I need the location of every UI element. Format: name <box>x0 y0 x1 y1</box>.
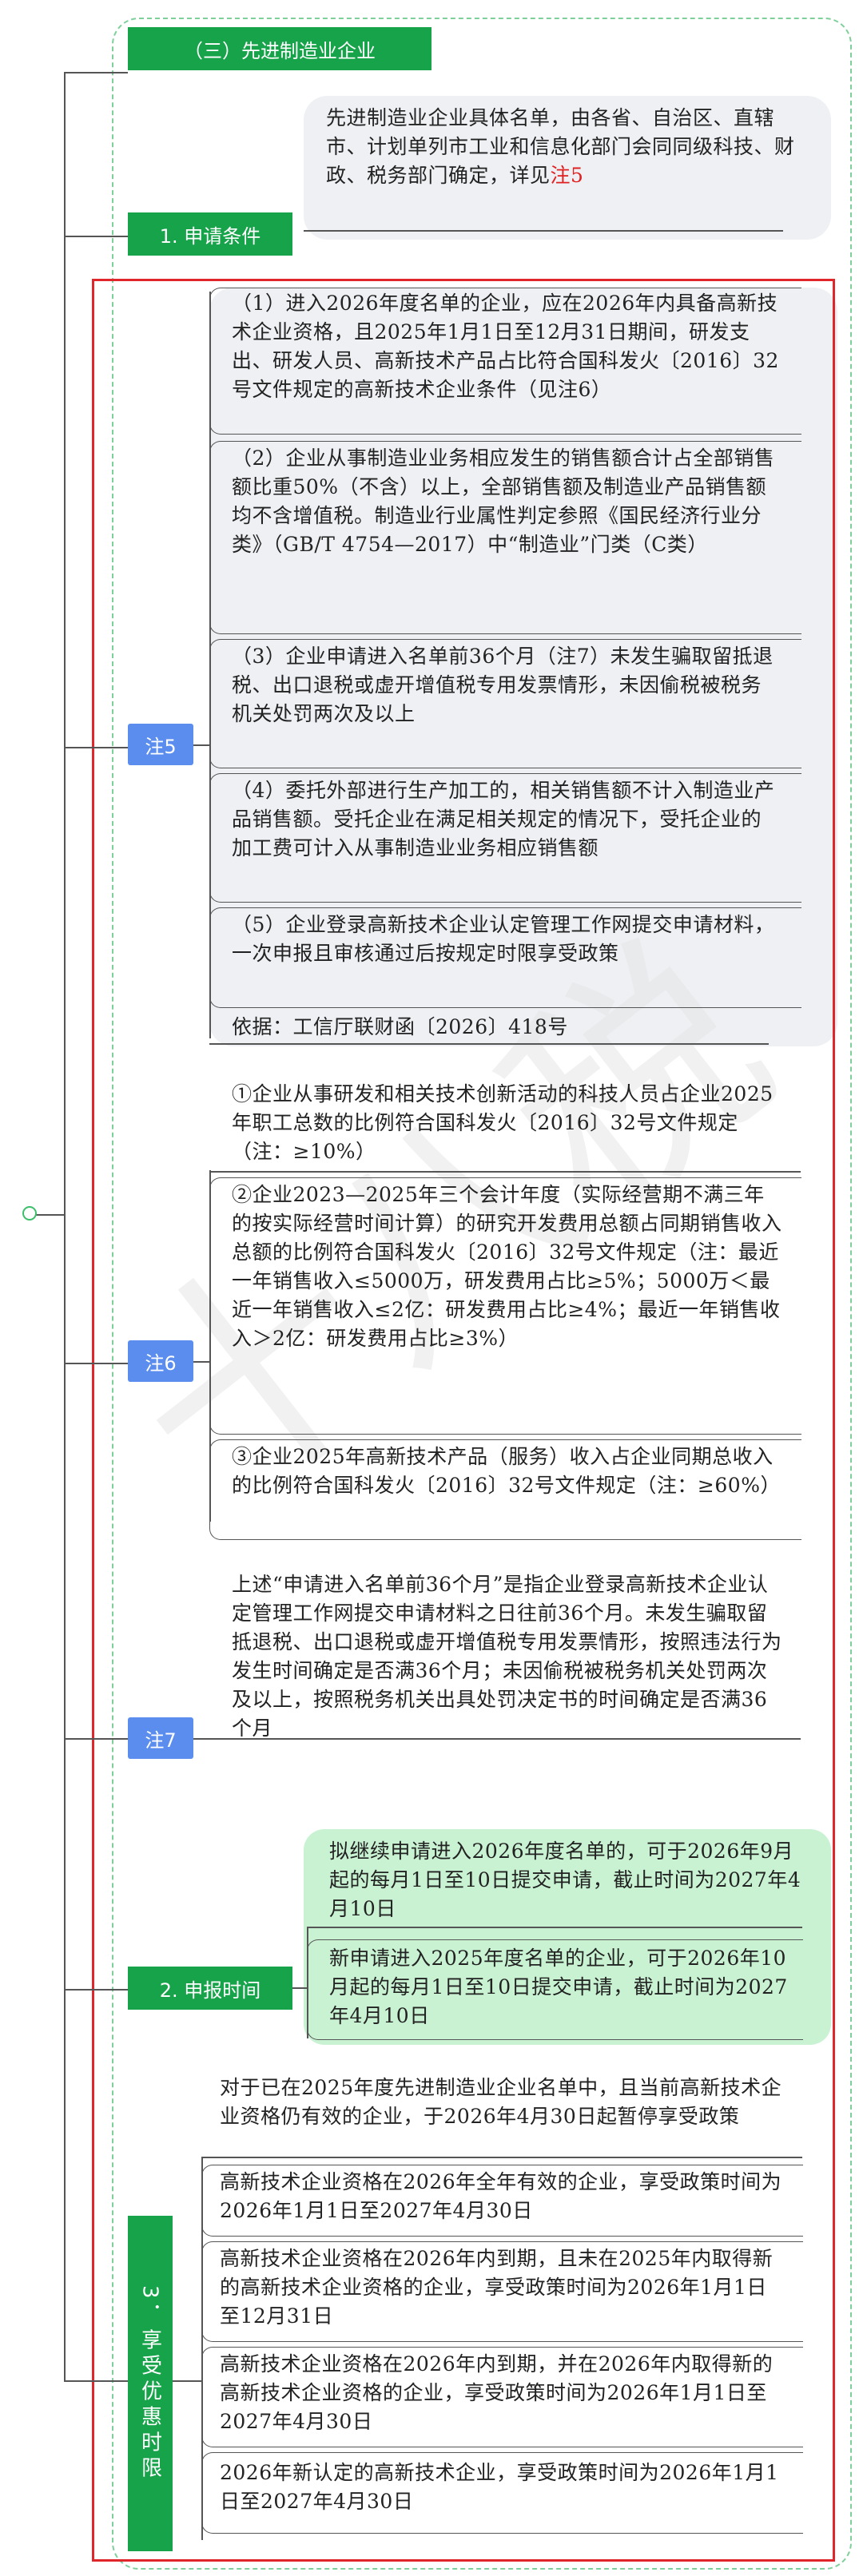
apply-time-item-2: 新申请进入2025年度名单的企业，可于2026年10月起的每月1日至10日提交申… <box>329 1947 788 2027</box>
note5-item-3-text: （3）企业申请进入名单前36个月（注7）未发生骗取留抵退税、出口退税或虚开增值税… <box>232 645 774 725</box>
note7-text: 上述“申请进入名单前36个月”是指企业登录高新技术企业认定管理工作网提交申请材料… <box>232 1573 782 1740</box>
note6-label[interactable]: 注6 <box>128 1340 193 1382</box>
benefit-time-item-4: 2026年新认定的高新技术企业，享受政策时间为2026年1月1日至2027年4月… <box>220 2461 779 2513</box>
note5-item-1-text: （1）进入2026年度名单的企业，应在2026年内具备高新技术企业资格，且202… <box>232 292 779 401</box>
benefit-time-item-3: 高新技术企业资格在2026年内到期，并在2026年内取得新的高新技术企业资格的企… <box>220 2352 774 2433</box>
note5-basis-text: 依据：工信厅联财函〔2026〕418号 <box>232 1015 568 1038</box>
note6-item-2-text: ②企业2023—2025年三个会计年度（实际经营期不满三年的按实际经营时间计算）… <box>232 1183 782 1350</box>
note6-item-1-text: ①企业从事研发和相关技术创新活动的科技人员占企业2025年职工总数的比例符合国科… <box>232 1082 774 1163</box>
benefit-time-label[interactable]: 3．享受优惠时限 <box>128 2216 173 2551</box>
note5-label[interactable]: 注5 <box>128 724 193 765</box>
apply-condition-label[interactable]: 1. 申请条件 <box>128 212 292 256</box>
root-node-circle[interactable] <box>22 1206 37 1221</box>
spine-line <box>64 72 66 2380</box>
note5-reference-link[interactable]: 注5 <box>551 164 584 187</box>
benefit-time-item-2: 高新技术企业资格在2026年内到期，且未在2025年内取得新的高新技术企业资格的… <box>220 2247 774 2328</box>
note6-item-3-text: ③企业2025年高新技术产品（服务）收入占企业同期总收入的比例符合国科发火〔20… <box>232 1445 781 1497</box>
note5-item-4-text: （4）委托外部进行生产加工的，相关销售额不计入制造业产品销售额。受托企业在满足相… <box>232 779 775 859</box>
apply-condition-text: 先进制造业企业具体名单，由各省、自治区、直辖市、计划单列市工业和信息化部门会同同… <box>326 104 805 190</box>
note7-label[interactable]: 注7 <box>128 1717 193 1759</box>
benefit-time-item-1: 高新技术企业资格在2026年全年有效的企业，享受政策时间为2026年1月1日至2… <box>220 2170 782 2222</box>
note5-item-5-text: （5）企业登录高新技术企业认定管理工作网提交申请材料，一次申报且审核通过后按规定… <box>232 913 775 965</box>
section-title[interactable]: （三）先进制造业企业 <box>128 27 432 70</box>
note5-item-2-text: （2）企业从事制造业业务相应发生的销售额合计占全部销售额比重50%（不含）以上，… <box>232 447 775 556</box>
apply-time-label[interactable]: 2. 申报时间 <box>128 1967 292 2010</box>
apply-time-item-1: 拟继续申请进入2026年度名单的，可于2026年9月起的每月1日至10日提交申请… <box>329 1840 801 1920</box>
benefit-time-intro: 对于已在2025年度先进制造业企业名单中，且当前高新技术企业资格仍有效的企业，于… <box>220 2076 782 2128</box>
